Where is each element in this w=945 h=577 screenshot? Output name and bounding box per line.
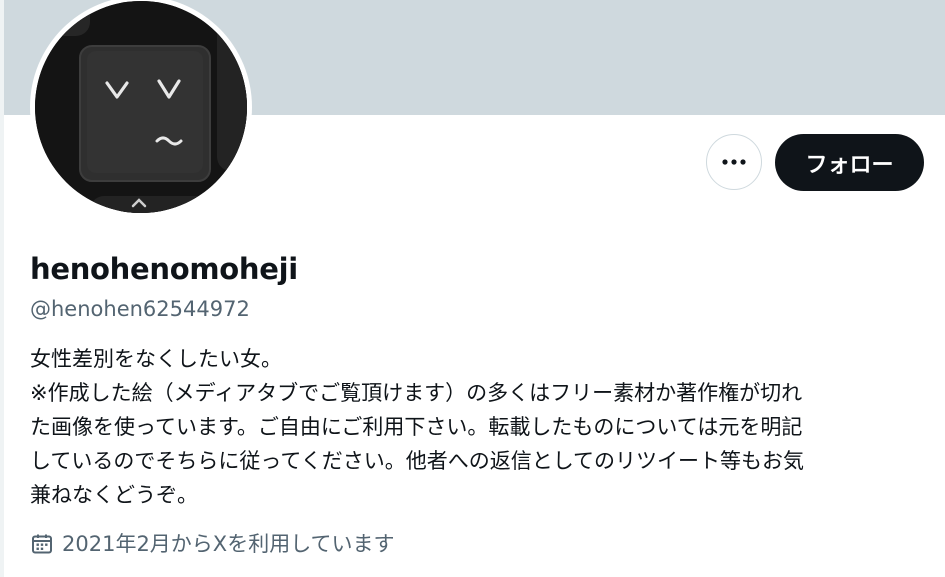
- avatar[interactable]: [30, 0, 252, 218]
- joined-date: 2021年2月からXを利用しています: [30, 530, 395, 558]
- ellipsis-icon: [722, 159, 746, 165]
- keyboard-key-face-icon: [35, 1, 247, 213]
- user-handle: @henohen62544972: [30, 297, 250, 321]
- display-name: henohenomoheji: [30, 252, 298, 286]
- bio-line: 兼ねなくどうぞ。: [30, 483, 198, 507]
- profile-bio: 女性差別をなくしたい女。 ※作成した絵（メディアタブでご覧頂けます）の多くはフリ…: [30, 342, 920, 512]
- bio-line: 女性差別をなくしたい女。: [30, 347, 282, 371]
- joined-text: 2021年2月からXを利用しています: [62, 532, 395, 556]
- follow-button[interactable]: フォロー: [775, 134, 924, 191]
- calendar-icon: [30, 532, 54, 556]
- avatar-image: [35, 1, 247, 213]
- bio-line: ※作成した絵（メディアタブでご覧頂けます）の多くはフリー素材か著作権が切れ: [30, 381, 803, 405]
- bio-line: た画像を使っています。ご自由にご利用下さい。転載したものについては元を明記: [30, 415, 803, 439]
- more-options-button[interactable]: [706, 134, 762, 190]
- profile-page: フォロー henohenomoheji @henohen62544972 女性差…: [0, 0, 945, 577]
- bio-line: しているのでそちらに従ってください。他者への返信としてのリツイート等もお気: [30, 449, 805, 473]
